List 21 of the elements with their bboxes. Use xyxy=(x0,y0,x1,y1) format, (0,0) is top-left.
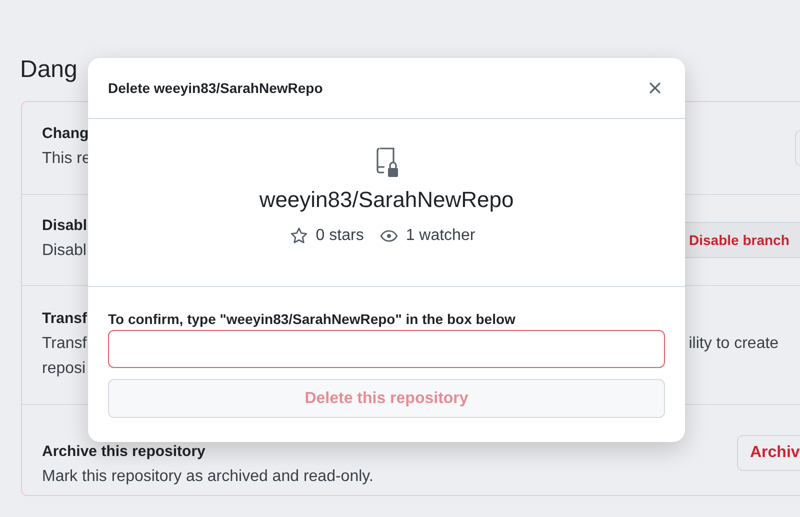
setting-button[interactable]: Archiv xyxy=(737,435,800,471)
repository-name: weeyin83/SarahNewRepo xyxy=(259,187,514,213)
dialog-title: Delete weeyin83/SarahNewRepo xyxy=(108,80,323,96)
setting-description: Mark this repository as archived and read-only. xyxy=(42,467,374,487)
close-icon[interactable] xyxy=(647,80,663,96)
setting-title: Disabl xyxy=(42,217,88,234)
star-count: 0 stars xyxy=(316,227,364,245)
setting-description: Transf xyxy=(42,334,87,354)
confirm-label: To confirm, type "weeyin83/SarahNewRepo" in the box below xyxy=(108,311,516,327)
watcher-count: 1 watcher xyxy=(406,227,476,245)
eye-icon xyxy=(380,227,398,245)
section-heading: Dang xyxy=(20,55,78,85)
locked-repo-icon xyxy=(374,147,398,179)
setting-description: reposi xyxy=(42,358,86,378)
confirm-input-field[interactable] xyxy=(108,330,665,368)
setting-title: Archive this repository xyxy=(42,443,206,460)
setting-title: Chang xyxy=(42,125,89,142)
setting-title: Transf xyxy=(42,310,88,326)
setting-description: ility to create xyxy=(688,334,779,354)
star-icon xyxy=(290,227,308,245)
setting-description: Disabl xyxy=(42,241,86,261)
